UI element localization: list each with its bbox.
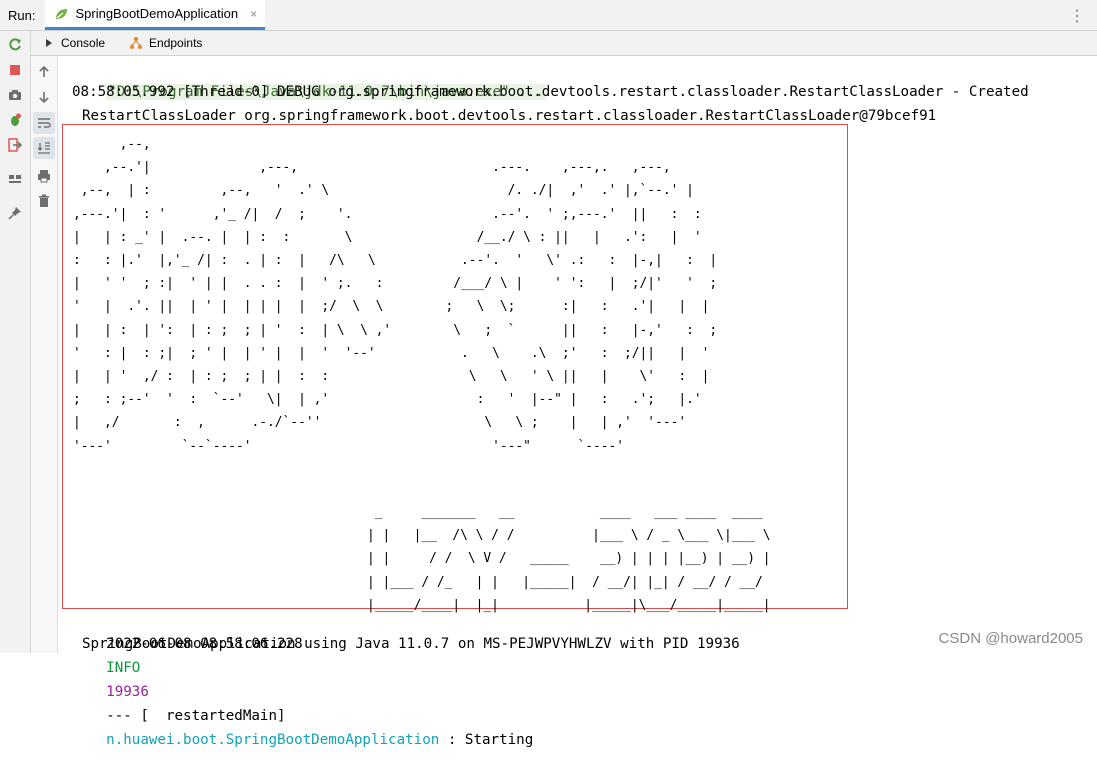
run-label: Run: (8, 7, 36, 23)
stop-icon[interactable] (7, 62, 23, 78)
camera-icon[interactable] (7, 87, 23, 103)
log-logger-link[interactable]: n.huawei.boot.SpringBootDemoApplication (106, 732, 439, 748)
close-tab-icon[interactable]: × (250, 7, 257, 21)
run-toolbar: Run: SpringBootDemoApplication × ⋮ (0, 0, 1097, 31)
scroll-to-end-toggle[interactable] (33, 137, 55, 159)
log-pid: 19936 (106, 684, 149, 700)
scroll-to-end-icon (37, 142, 50, 154)
tab-endpoints[interactable]: Endpoints (117, 31, 214, 55)
spring-boot-icon (56, 8, 68, 19)
log-message: : Starting (439, 732, 534, 748)
console-icon (46, 39, 52, 47)
banner-art-top: ,--, ,--.'| ,---, .---. ,---,. ,---, ,--… (73, 137, 718, 454)
tab-console-label: Console (61, 36, 106, 50)
endpoints-icon (130, 37, 143, 49)
tab-endpoints-label: Endpoints (149, 36, 203, 50)
tab-console[interactable]: Console (31, 31, 117, 55)
print-icon[interactable] (36, 168, 52, 184)
console-tabs: Console Endpoints (31, 31, 1097, 56)
debug-log-line: 08:58:05.992 [Thread-0] DEBUG org.spring… (72, 84, 1029, 100)
more-options-icon[interactable]: ⋮ (1069, 6, 1085, 26)
banner-art-bottom: _ _______ __ ____ ___ ____ ____ | | |__ … (367, 505, 771, 613)
console-toolbar (31, 56, 58, 653)
soft-wrap-icon (38, 118, 51, 128)
watermark: CSDN @howard2005 (938, 630, 1083, 647)
console-output[interactable]: "D:\Program Files\Java\jdk-11.0.7\bin\ja… (58, 56, 1097, 748)
up-arrow-icon[interactable] (36, 64, 52, 80)
run-left-toolbar (0, 31, 31, 653)
trash-icon[interactable] (36, 193, 52, 209)
debug-bug-icon[interactable] (7, 112, 23, 128)
down-arrow-icon[interactable] (36, 89, 52, 105)
soft-wrap-toggle[interactable] (33, 112, 55, 134)
layout-icon[interactable] (7, 171, 23, 187)
log-thread: --- [ restartedMain] (106, 708, 286, 724)
ascii-banner: ,--, ,--.'| ,---, .---. ,---,. ,---, ,--… (62, 124, 848, 613)
run-tab-label: SpringBootDemoApplication (75, 6, 239, 21)
startup-log-continuation: SpringBootDemoApplication using Java 11.… (82, 636, 740, 652)
rerun-icon[interactable] (7, 37, 23, 53)
run-config-tab[interactable]: SpringBootDemoApplication × (45, 0, 266, 30)
pin-icon[interactable] (7, 205, 23, 221)
exit-icon[interactable] (7, 137, 23, 153)
log-level: INFO (106, 660, 141, 676)
